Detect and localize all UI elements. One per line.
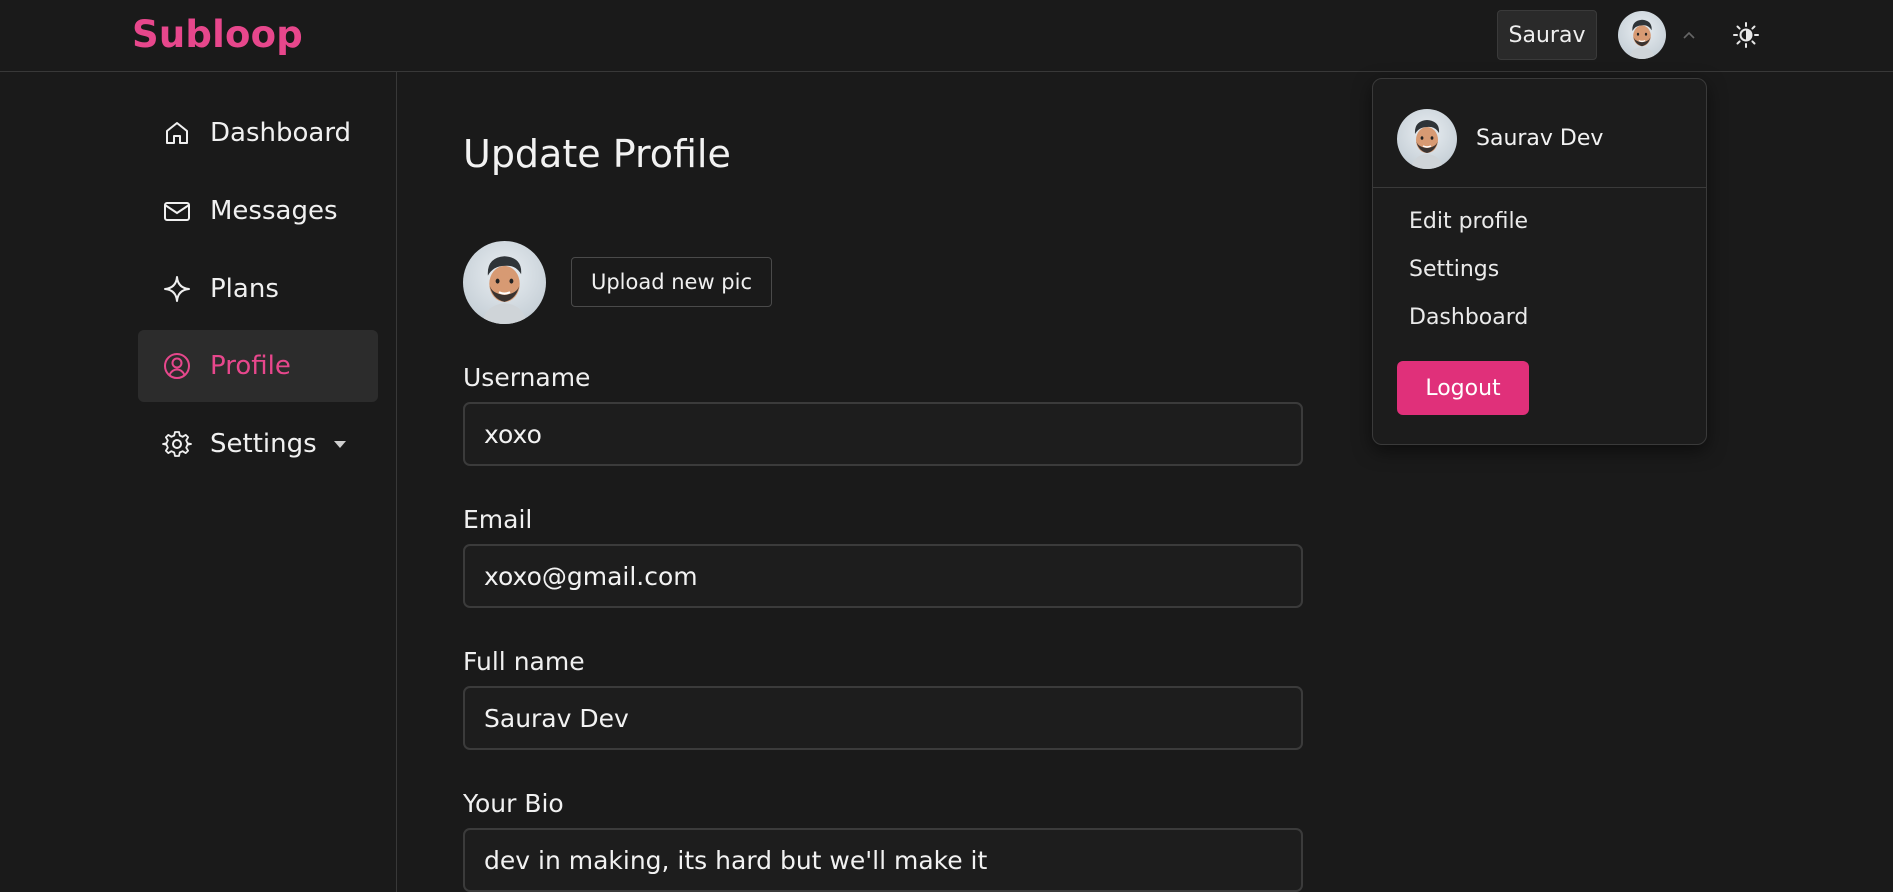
menu-item-edit-profile[interactable]: Edit profile	[1409, 209, 1528, 234]
logout-button[interactable]: Logout	[1397, 361, 1529, 415]
email-field[interactable]	[463, 544, 1303, 608]
username-label: Username	[463, 363, 591, 392]
user-avatar[interactable]	[1618, 11, 1666, 59]
gear-icon	[162, 431, 192, 457]
fullname-field[interactable]	[463, 686, 1303, 750]
brand-logo[interactable]: Subloop	[132, 13, 303, 56]
username-field[interactable]	[463, 402, 1303, 466]
email-label: Email	[463, 505, 533, 534]
sidebar-item-settings[interactable]: Settings	[138, 408, 378, 480]
dropdown-avatar	[1397, 109, 1457, 169]
memoji-avatar-icon	[482, 256, 527, 324]
menu-item-dashboard[interactable]: Dashboard	[1409, 305, 1528, 330]
memoji-avatar-icon	[1411, 120, 1443, 169]
sidebar-item-label: Settings	[210, 429, 317, 459]
user-dropdown-menu: Saurav Dev Edit profile Settings Dashboa…	[1372, 78, 1707, 445]
sun-moon-icon[interactable]	[1731, 20, 1761, 50]
sparkle-icon	[164, 276, 190, 302]
sidebar-item-label: Plans	[210, 274, 279, 304]
caret-down-icon[interactable]	[332, 438, 348, 450]
sidebar-item-plans[interactable]: Plans	[138, 253, 378, 325]
mail-icon	[164, 202, 190, 221]
sidebar-item-label: Profile	[210, 351, 291, 381]
user-circle-icon	[164, 353, 190, 379]
sidebar-item-dashboard[interactable]: Dashboard	[138, 97, 378, 169]
top-bar: Subloop Saurav	[0, 0, 1893, 72]
user-name-chip[interactable]: Saurav	[1497, 10, 1597, 60]
bio-field[interactable]	[463, 828, 1303, 892]
dropdown-user-name: Saurav Dev	[1476, 126, 1604, 151]
home-icon	[166, 122, 188, 144]
sidebar-divider	[396, 72, 397, 892]
upload-pic-button[interactable]: Upload new pic	[571, 257, 772, 307]
sidebar-item-label: Dashboard	[210, 118, 352, 148]
page-title: Update Profile	[463, 132, 731, 176]
fullname-label: Full name	[463, 647, 585, 676]
chevron-up-icon[interactable]	[1680, 26, 1698, 44]
sidebar-item-label: Messages	[210, 196, 338, 226]
profile-avatar	[463, 241, 546, 324]
sidebar-item-messages[interactable]: Messages	[138, 175, 378, 247]
dropdown-divider	[1373, 187, 1706, 188]
menu-item-settings[interactable]: Settings	[1409, 257, 1499, 282]
bio-label: Your Bio	[463, 789, 564, 818]
memoji-avatar-icon	[1629, 19, 1655, 59]
sidebar-item-profile[interactable]: Profile	[138, 330, 378, 402]
